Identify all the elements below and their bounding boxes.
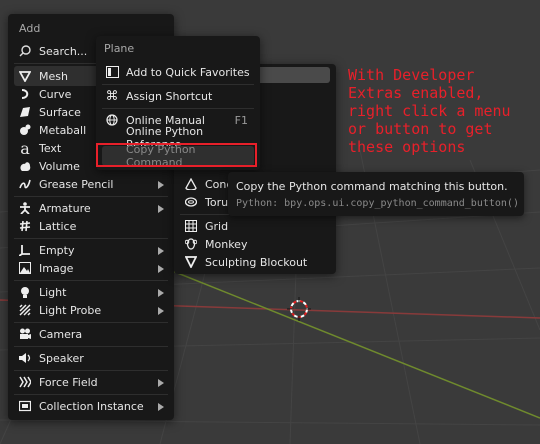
- 3d-cursor-icon: [287, 297, 311, 321]
- separator: [102, 108, 254, 109]
- menu-item-speaker[interactable]: Speaker: [14, 348, 168, 368]
- assign-shortcut-item[interactable]: ⌘ Assign Shortcut: [102, 86, 254, 106]
- menu-item-label: Force Field: [39, 375, 98, 389]
- submenu-arrow-icon: [158, 245, 164, 258]
- grease-pencil-icon: [18, 177, 32, 191]
- empty-icon: [18, 243, 32, 257]
- menu-item-label: Surface: [39, 105, 81, 119]
- submenu-arrow-icon: [158, 203, 164, 216]
- shortcut-icon: ⌘: [105, 88, 119, 104]
- separator: [14, 280, 168, 281]
- speaker-icon: [18, 351, 32, 365]
- tooltip-python: Python: bpy.ops.ui.copy_python_command_b…: [236, 198, 519, 209]
- quick-favorites-icon: [105, 65, 119, 79]
- force-field-icon: [18, 375, 32, 389]
- assign-shortcut-label: Assign Shortcut: [126, 89, 213, 103]
- submenu-arrow-icon: [158, 305, 164, 318]
- menu-item-light[interactable]: Light: [14, 282, 168, 302]
- light-probe-icon: [18, 303, 32, 317]
- sculpting-blockout-icon: [184, 255, 198, 269]
- menu-item-empty[interactable]: Empty: [14, 240, 168, 260]
- menu-item-label: Collection Instance: [39, 399, 144, 413]
- menu-item-light-probe[interactable]: Light Probe: [14, 300, 168, 320]
- menu-item-label: Volume: [39, 159, 80, 173]
- menu-item-label: Metaball: [39, 123, 87, 137]
- lattice-icon: [18, 219, 32, 233]
- light-icon: [18, 285, 32, 299]
- menu-item-label: Empty: [39, 243, 75, 257]
- menu-item-label: Monkey: [205, 237, 248, 251]
- menu-item-force-field[interactable]: Force Field: [14, 372, 168, 392]
- menu-item-grid[interactable]: Grid: [180, 216, 330, 236]
- cone-icon: [184, 177, 198, 191]
- surface-icon: [18, 105, 32, 119]
- tooltip: Copy the Python command matching this bu…: [228, 172, 524, 216]
- menu-item-monkey[interactable]: Monkey: [180, 234, 330, 254]
- add-to-quick-favorites-label: Add to Quick Favorites: [126, 65, 250, 79]
- grid-icon: [184, 219, 198, 233]
- separator: [102, 84, 254, 85]
- camera-icon: [18, 327, 32, 341]
- menu-item-lattice[interactable]: Lattice: [14, 216, 168, 236]
- separator: [14, 394, 168, 395]
- metaball-icon: [18, 123, 32, 137]
- curve-icon: [18, 87, 32, 101]
- search-placeholder: Search...: [39, 44, 88, 58]
- separator: [14, 196, 168, 197]
- menu-item-label: Image: [39, 261, 74, 275]
- highlight-box: [96, 143, 257, 167]
- torus-icon: [184, 195, 198, 209]
- tooltip-text: Copy the Python command matching this bu…: [236, 180, 508, 193]
- submenu-arrow-icon: [158, 263, 164, 276]
- annotation-text: With Developer Extras enabled, right cli…: [348, 66, 511, 156]
- menu-item-label: Armature: [39, 201, 91, 215]
- image-icon: [18, 261, 32, 275]
- monkey-icon: [184, 237, 198, 251]
- menu-item-sculpting-blockout[interactable]: Sculpting Blockout: [180, 252, 330, 272]
- add-menu-title: Add: [19, 22, 41, 35]
- submenu-arrow-icon: [158, 179, 164, 192]
- add-to-quick-favorites-item[interactable]: Add to Quick Favorites: [102, 62, 254, 82]
- menu-item-label: Sculpting Blockout: [205, 255, 308, 269]
- submenu-arrow-icon: [158, 401, 164, 414]
- globe-icon: [105, 113, 119, 127]
- menu-item-label: Mesh: [39, 69, 68, 83]
- menu-item-label: Curve: [39, 87, 72, 101]
- submenu-arrow-icon: [158, 287, 164, 300]
- separator: [14, 346, 168, 347]
- collection-instance-icon: [18, 399, 32, 413]
- mesh-icon: [18, 69, 32, 83]
- separator: [14, 238, 168, 239]
- menu-item-label: Light: [39, 285, 67, 299]
- menu-item-grease-pencil[interactable]: Grease Pencil: [14, 174, 168, 194]
- context-menu-title: Plane: [104, 42, 135, 55]
- armature-icon: [18, 201, 32, 215]
- menu-item-label: Grid: [205, 219, 229, 233]
- menu-item-label: Text: [39, 141, 62, 155]
- submenu-arrow-icon: [158, 377, 164, 390]
- menu-item-label: Speaker: [39, 351, 84, 365]
- menu-item-image[interactable]: Image: [14, 258, 168, 278]
- text-icon: a: [20, 138, 30, 158]
- search-icon: [18, 44, 32, 58]
- separator: [14, 322, 168, 323]
- menu-item-camera[interactable]: Camera: [14, 324, 168, 344]
- volume-icon: [18, 159, 32, 173]
- menu-item-label: Light Probe: [39, 303, 102, 317]
- menu-item-label: Grease Pencil: [39, 177, 114, 191]
- separator: [14, 370, 168, 371]
- menu-item-armature[interactable]: Armature: [14, 198, 168, 218]
- menu-item-collection-instance[interactable]: Collection Instance: [14, 396, 168, 416]
- menu-item-label: Lattice: [39, 219, 77, 233]
- menu-item-label: Camera: [39, 327, 83, 341]
